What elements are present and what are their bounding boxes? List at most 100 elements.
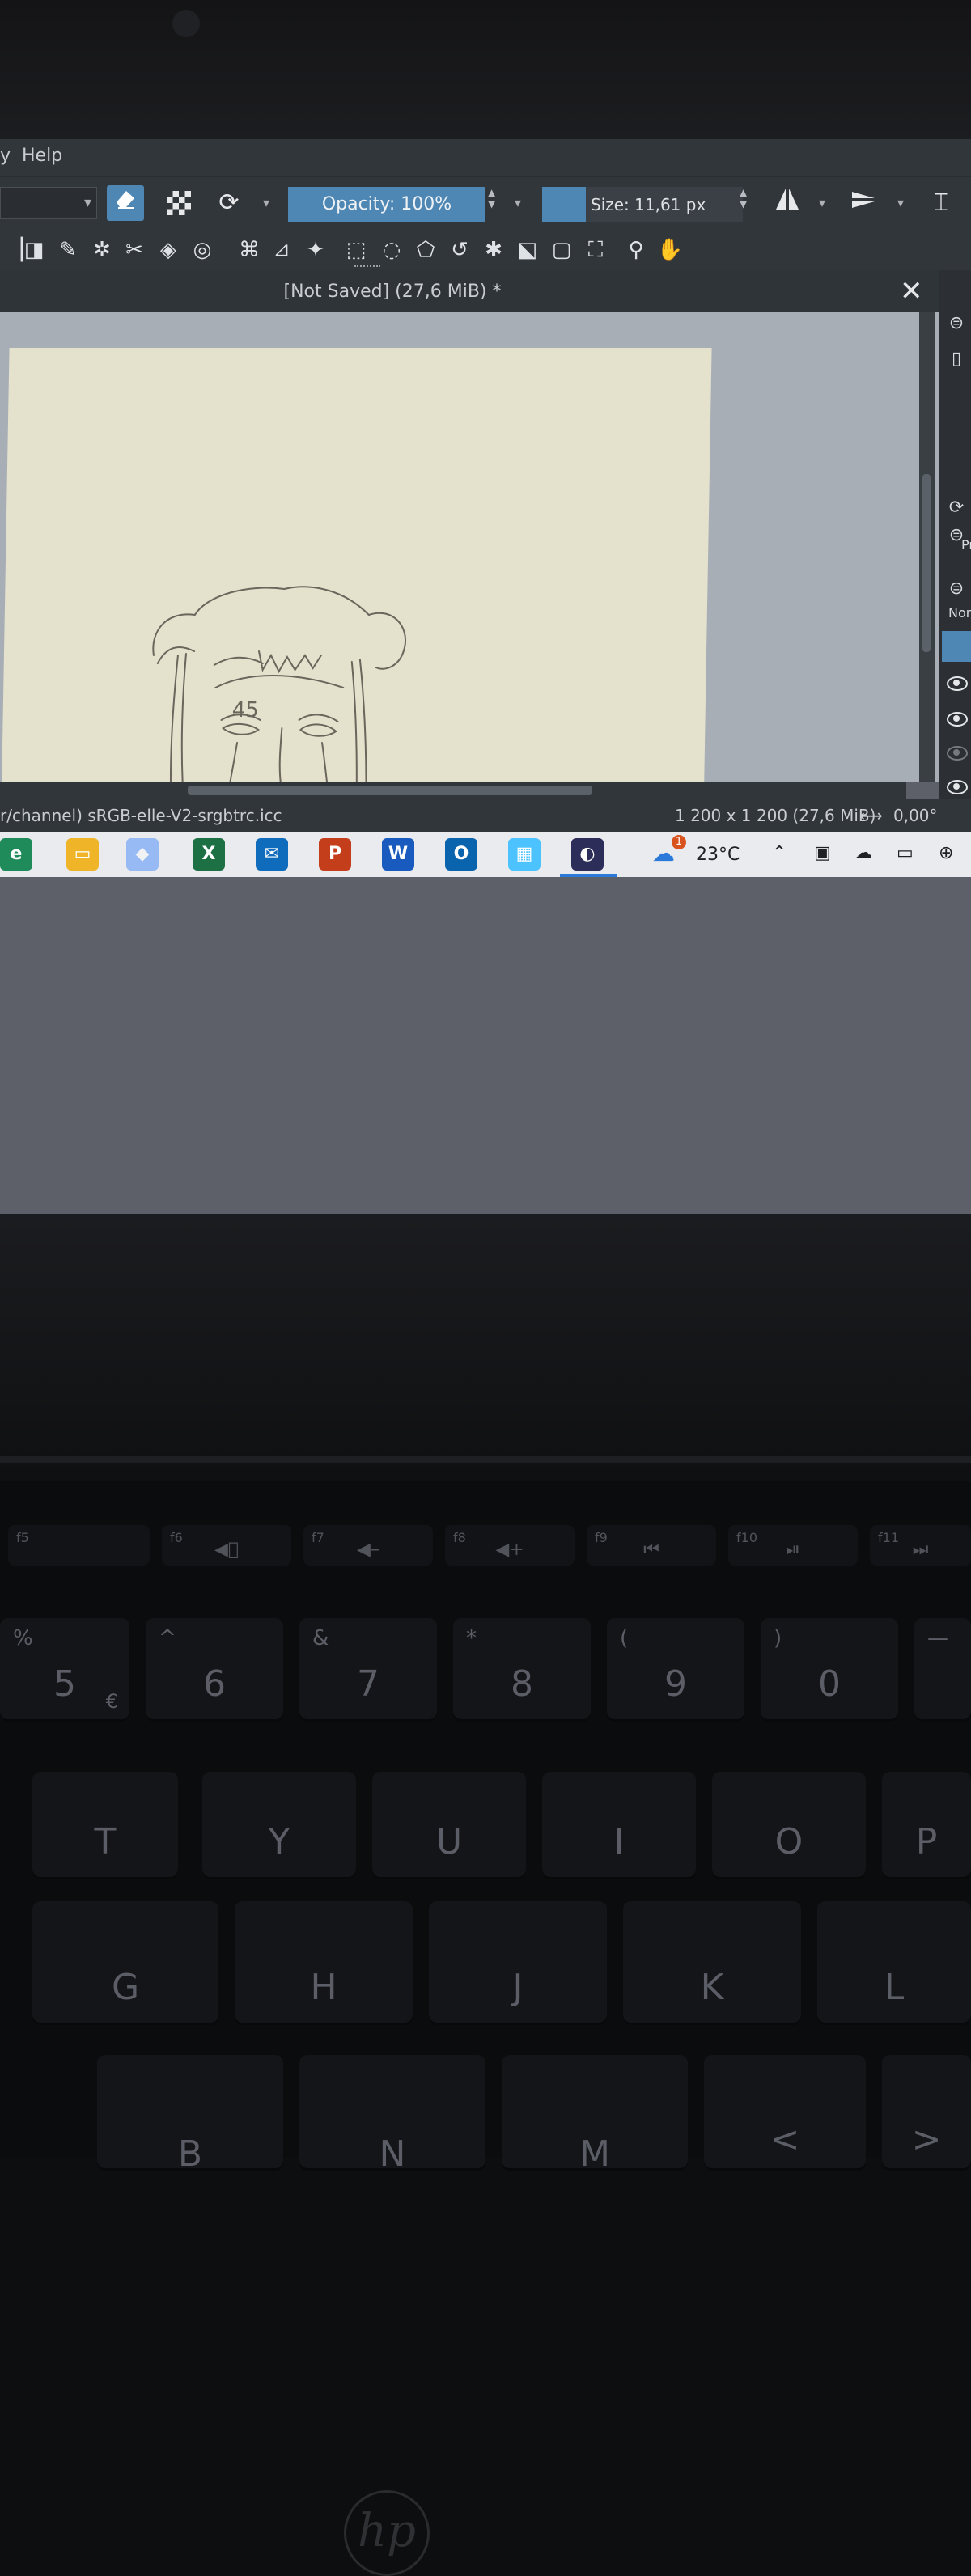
key-p[interactable]: P [882, 1772, 971, 1877]
file-explorer-icon[interactable]: ▭ [66, 838, 99, 871]
excel-icon[interactable]: X [193, 838, 225, 871]
key-l[interactable]: L [817, 1901, 971, 2023]
f6-key[interactable]: f6 ◀⃠ [162, 1525, 291, 1566]
key-j[interactable]: J [429, 1901, 607, 2023]
key-m[interactable]: M [502, 2055, 688, 2175]
gradient-icon[interactable]: ◎ [188, 236, 217, 264]
f11-key[interactable]: f11 ⏭ [870, 1525, 971, 1566]
key-n[interactable]: N [299, 2055, 486, 2175]
key-6[interactable]: ^ 6 [146, 1618, 283, 1719]
key-u[interactable]: U [372, 1772, 526, 1877]
smart-patch-icon[interactable]: ✂ [120, 236, 149, 264]
chevron-up-icon[interactable]: ⌃ [772, 843, 787, 863]
vertical-scrollbar[interactable] [919, 312, 935, 782]
f8-key[interactable]: f8 ◀+ [445, 1525, 575, 1566]
f5-key[interactable]: f5 [8, 1525, 150, 1566]
mirror-horizontal-dropdown[interactable]: ▾ [813, 185, 831, 221]
polygon-select-icon[interactable]: ⬠ [411, 236, 440, 264]
horizontal-scrollbar[interactable] [0, 782, 906, 799]
path-select-icon[interactable]: ⬕ [513, 236, 542, 264]
key-y[interactable]: Y [202, 1772, 356, 1877]
eyedropper-icon[interactable]: ✎ [53, 236, 83, 264]
canvas-area[interactable]: 45 [0, 312, 939, 782]
mirror-horizontal-button[interactable] [769, 185, 806, 221]
rectangle-tool-icon[interactable]: ◨ [19, 236, 49, 264]
mirror-vertical-dropdown[interactable]: ▾ [892, 185, 910, 221]
word-icon[interactable]: W [382, 838, 414, 871]
mirror-vertical-button[interactable] [845, 185, 882, 221]
f9-key[interactable]: f9 ⏮ [587, 1525, 716, 1566]
refresh-icon[interactable]: ⟳ [945, 497, 968, 519]
key-greater-than[interactable]: > [882, 2055, 971, 2168]
drawing-canvas[interactable]: 45 [0, 348, 712, 782]
brush-preset-combo[interactable]: ▾ [0, 187, 97, 219]
eye-icon[interactable] [947, 712, 968, 727]
key-5[interactable]: % 5 € [0, 1618, 129, 1719]
rotation-value[interactable]: 0,00° [893, 806, 938, 825]
ellipse-select-icon[interactable]: ◌ [377, 236, 406, 264]
size-spinner[interactable]: ▲ ▼ [740, 187, 754, 222]
battery-icon[interactable]: ▭ [897, 843, 914, 863]
fill-bucket-icon[interactable]: ◈ [154, 236, 183, 264]
meet-now-icon[interactable]: ▣ [814, 843, 831, 863]
size-slider-fill[interactable] [542, 187, 586, 222]
selected-layer[interactable] [942, 631, 971, 662]
key-9[interactable]: (9 [607, 1618, 744, 1719]
preserve-alpha-button[interactable] [160, 185, 197, 221]
eye-icon[interactable] [947, 676, 968, 691]
onedrive-icon[interactable]: ☁ [854, 843, 872, 863]
f7-key[interactable]: f7 ◀– [303, 1525, 433, 1566]
key-i[interactable]: I [542, 1772, 696, 1877]
lock-icon[interactable]: ⊜ [945, 578, 968, 600]
assistant-tool-icon[interactable]: ✲ [87, 236, 117, 264]
key-o[interactable]: O [712, 1772, 866, 1877]
krita-icon[interactable]: ◐ [571, 838, 604, 871]
key-less-than[interactable]: < [704, 2055, 866, 2168]
wrap-around-button[interactable]: ⌶ [922, 185, 960, 221]
close-document-button[interactable]: ✕ [900, 275, 923, 307]
menu-item-cut-off[interactable]: y [0, 146, 11, 166]
size-slider[interactable]: Size: 11,61 px [586, 187, 743, 222]
mail-icon[interactable]: ✉ [256, 838, 288, 871]
dropbox-icon[interactable]: ◆ [126, 838, 159, 871]
pan-hand-icon[interactable]: ✋ [655, 236, 685, 264]
edge-icon[interactable]: e [0, 838, 32, 871]
outlook-icon[interactable]: O [445, 838, 477, 871]
key-b[interactable]: B [97, 2055, 283, 2175]
menu-item-help[interactable]: Help [22, 146, 62, 166]
globe-icon[interactable]: ⊕ [939, 843, 953, 863]
blend-mode-select[interactable]: Nor [948, 605, 971, 621]
key-7[interactable]: & 7 [299, 1618, 437, 1719]
reload-dropdown[interactable]: ▾ [257, 185, 275, 221]
key-h[interactable]: H [235, 1901, 413, 2023]
eye-icon[interactable] [947, 780, 968, 794]
powerpoint-icon[interactable]: P [319, 838, 351, 871]
key-t[interactable]: T [32, 1772, 178, 1877]
similar-select-icon[interactable]: ▢ [547, 236, 576, 264]
pin-icon[interactable]: ✦ [301, 236, 330, 264]
rect-select-icon[interactable]: ⬚ [341, 236, 371, 264]
horizontal-scroll-thumb[interactable] [188, 786, 592, 795]
microsoft-store-icon[interactable]: ▦ [508, 838, 541, 871]
key-minus[interactable]: — [914, 1618, 971, 1719]
weather-temperature[interactable]: 23°C [696, 845, 740, 865]
key-8[interactable]: * 8 [453, 1618, 591, 1719]
reload-preset-button[interactable]: ⟳ [210, 185, 248, 221]
key-g[interactable]: G [32, 1901, 218, 2023]
eraser-mode-button[interactable] [107, 185, 144, 221]
zoom-icon[interactable]: ⚲ [621, 236, 651, 264]
magnetic-select-icon[interactable]: ⛶ [581, 236, 610, 264]
measure-icon[interactable]: ⊿ [267, 236, 296, 264]
magic-wand-icon[interactable]: ✱ [479, 236, 508, 264]
transform-icon[interactable]: ⌘ [235, 236, 264, 264]
freehand-select-icon[interactable]: ↺ [445, 236, 474, 264]
lock-icon[interactable]: ⊜ [945, 312, 968, 335]
opacity-slider[interactable]: Opacity: 100% [288, 187, 486, 222]
key-k[interactable]: K [623, 1901, 801, 2023]
opacity-spinner[interactable]: ▲ ▼ [488, 187, 502, 222]
document-tab[interactable]: [Not Saved] (27,6 MiB) * ✕ [0, 270, 939, 313]
vertical-scroll-thumb[interactable] [922, 474, 931, 652]
opacity-dropdown[interactable]: ▾ [515, 195, 521, 210]
f10-key[interactable]: f10 ⏯ [728, 1525, 858, 1566]
docker-tab-icon[interactable]: ▯ [945, 348, 968, 371]
